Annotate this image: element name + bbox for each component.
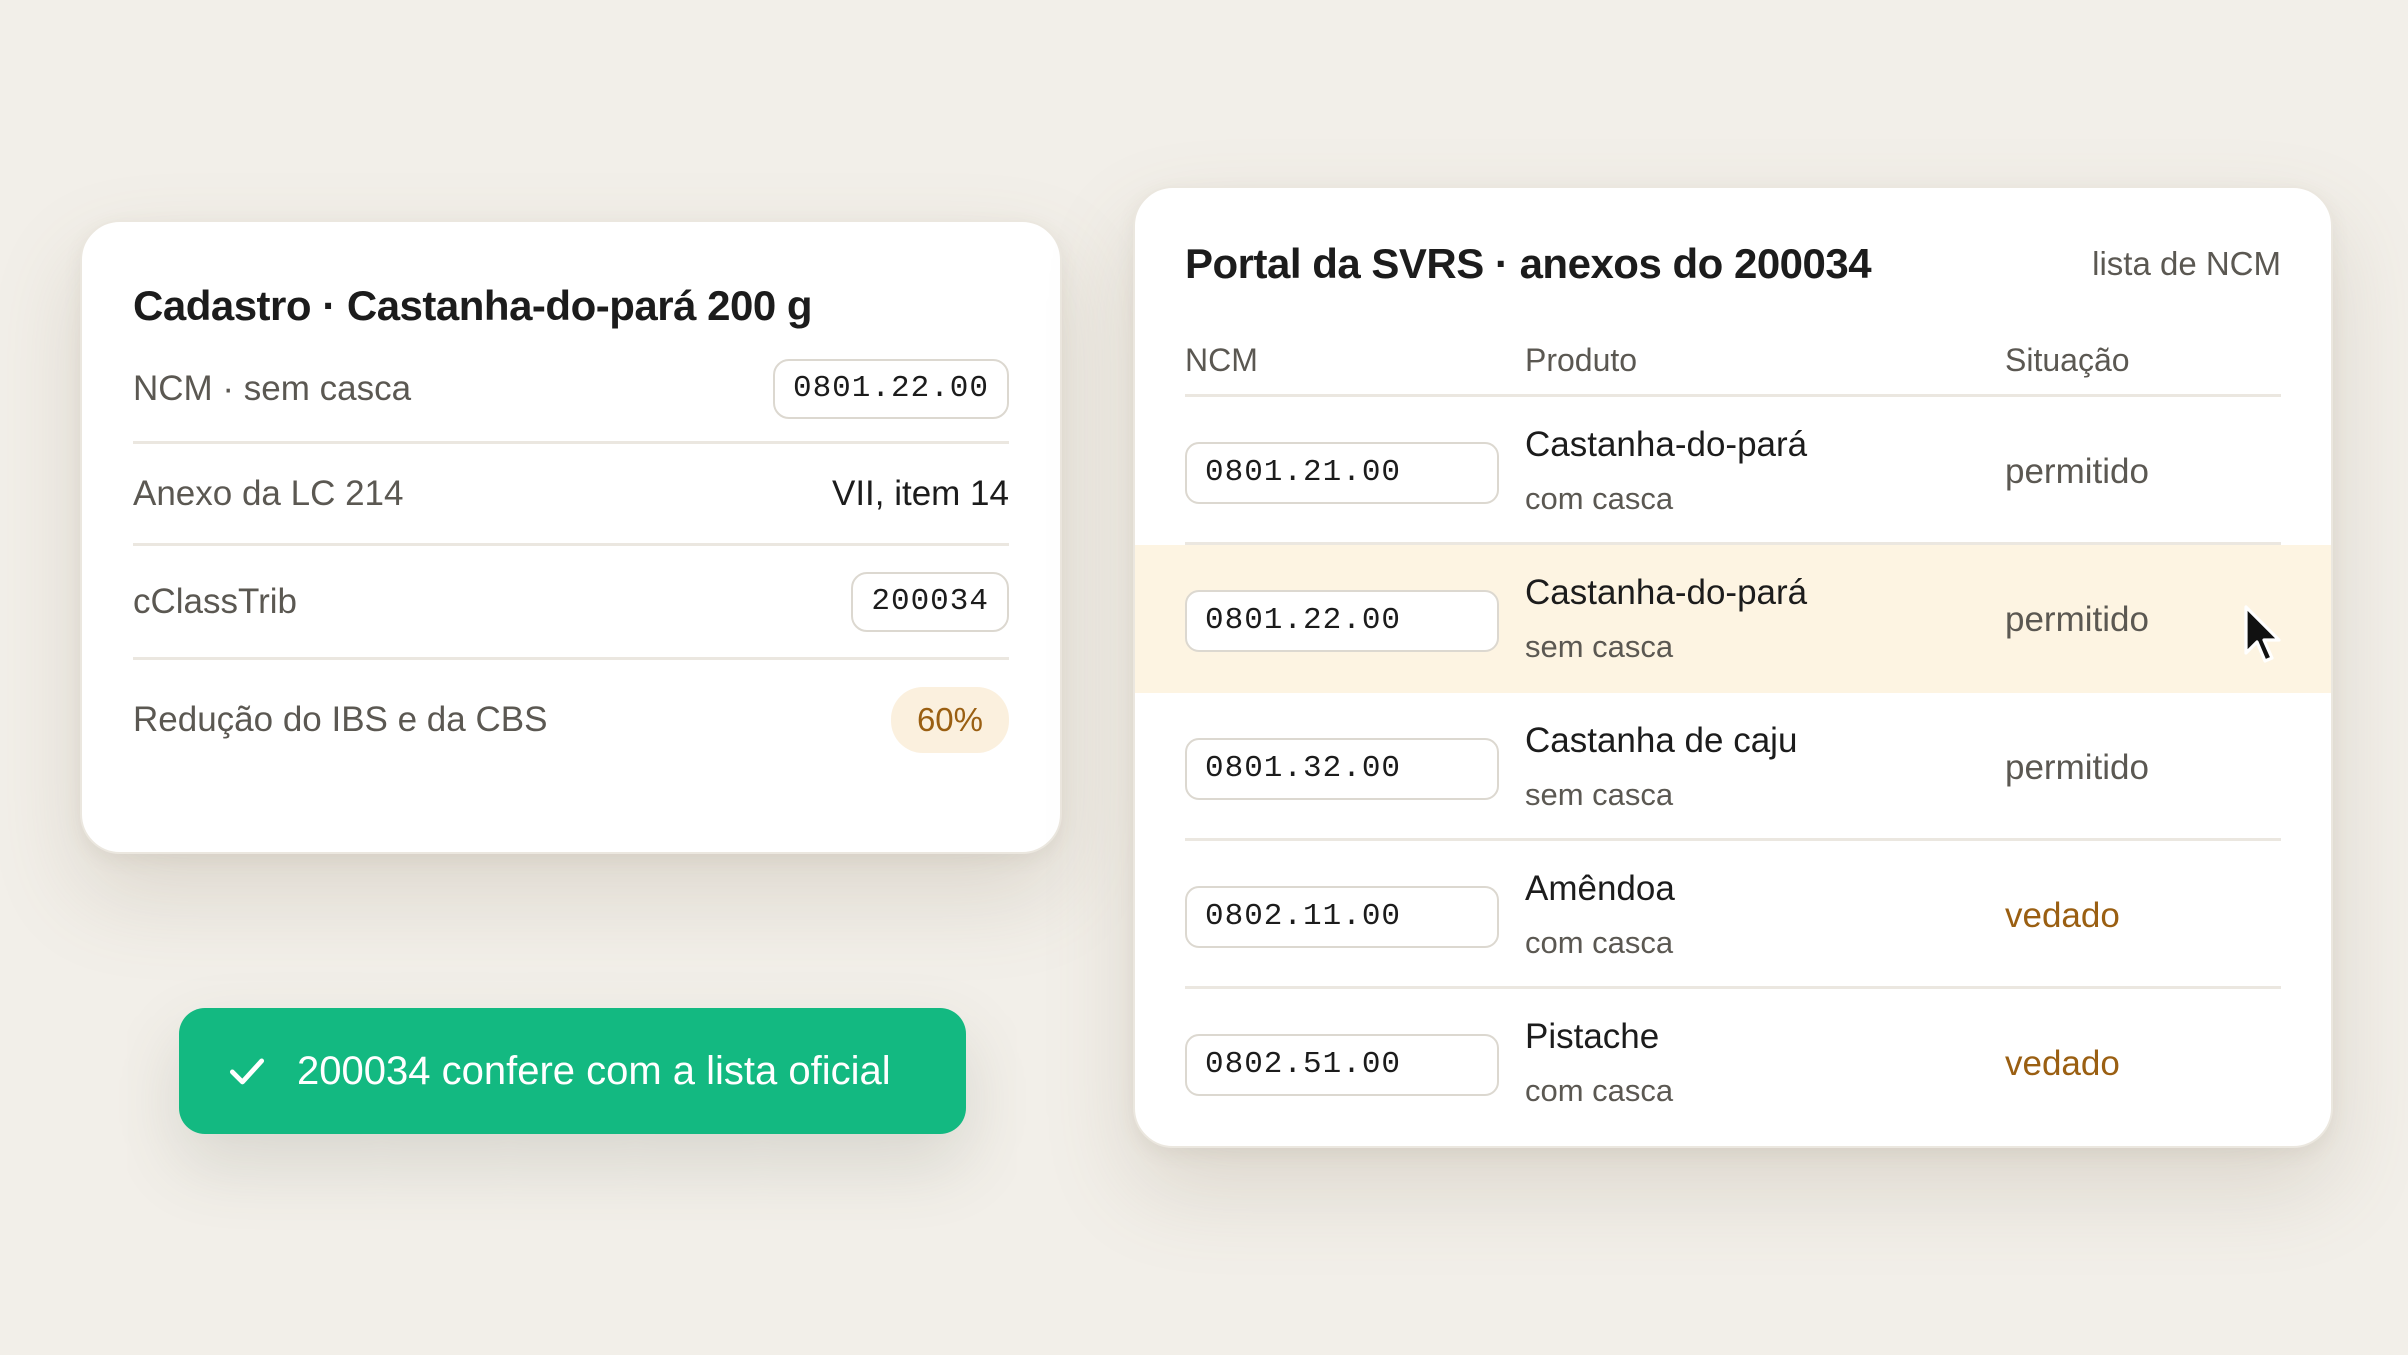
mouse-pointer-icon	[2244, 605, 2281, 663]
table-row[interactable]: 0802.11.00 Amêndoa com casca vedado	[1135, 841, 2331, 989]
product-name: Castanha-do-pará	[1525, 573, 1808, 612]
product-name: Castanha de caju	[1525, 721, 1798, 760]
reducao-badge: 60%	[890, 687, 1009, 753]
confirm-banner[interactable]: 200034 confere com a lista oficial	[179, 1008, 966, 1134]
field-row-ncm: NCM · sem casca 0801.22.00	[133, 336, 1009, 444]
table-row-highlighted[interactable]: 0801.22.00 Castanha-do-pará sem casca pe…	[1135, 545, 2331, 693]
product-detail: com casca	[1525, 925, 1674, 960]
field-label-reducao: Redução do IBS e da CBS	[133, 700, 548, 739]
field-row-anexo: Anexo da LC 214 VII, item 14	[133, 444, 1009, 546]
field-value-ncm[interactable]: 0801.22.00	[772, 358, 1009, 419]
product-detail: sem casca	[1525, 629, 1674, 664]
check-icon	[229, 1058, 265, 1085]
column-header-produto: Produto	[1525, 342, 1638, 378]
column-header-situacao: Situação	[2005, 342, 2130, 378]
ncm-code: 0801.32.00	[1185, 738, 1499, 800]
ncm-code: 0801.22.00	[1185, 590, 1499, 652]
table-row[interactable]: 0801.21.00 Castanha-do-pará com casca pe…	[1135, 397, 2331, 545]
field-row-cclasstrib: cClassTrib 200034	[133, 546, 1009, 660]
product-name: Castanha-do-pará	[1525, 425, 1808, 464]
field-row-reducao: Redução do IBS e da CBS 60%	[133, 660, 1009, 780]
product-detail: com casca	[1525, 481, 1674, 516]
confirm-label: 200034 confere com a lista oficial	[297, 1048, 891, 1093]
status-text: permitido	[2005, 600, 2149, 639]
field-label-anexo: Anexo da LC 214	[133, 473, 404, 513]
status-text: vedado	[2005, 896, 2120, 935]
portal-header: Portal da SVRS · anexos do 200034 lista …	[1185, 240, 2281, 288]
table-row[interactable]: 0802.51.00 Pistache com casca vedado	[1135, 989, 2331, 1137]
portal-title: Portal da SVRS · anexos do 200034	[1185, 240, 1872, 287]
column-header-ncm: NCM	[1185, 342, 1258, 378]
product-detail: sem casca	[1525, 777, 1674, 812]
field-label-ncm: NCM · sem casca	[133, 368, 412, 408]
product-name: Amêndoa	[1525, 869, 1675, 908]
status-text: permitido	[2005, 452, 2149, 491]
product-detail: com casca	[1525, 1073, 1674, 1108]
field-label-cclasstrib: cClassTrib	[133, 581, 297, 621]
portal-card: Portal da SVRS · anexos do 200034 lista …	[1133, 186, 2333, 1148]
field-value-anexo: VII, item 14	[831, 473, 1009, 513]
product-name: Pistache	[1525, 1017, 1660, 1056]
table-row[interactable]: 0801.32.00 Castanha de caju sem casca pe…	[1135, 693, 2331, 841]
ncm-code: 0802.11.00	[1185, 886, 1499, 948]
portal-tag: lista de NCM	[2092, 245, 2281, 282]
status-text: permitido	[2005, 748, 2149, 787]
cadastro-title: Cadastro · Castanha-do-pará 200 g	[133, 282, 813, 329]
status-text: vedado	[2005, 1044, 2120, 1083]
cadastro-card: Cadastro · Castanha-do-pará 200 g NCM · …	[80, 220, 1062, 854]
ncm-code: 0801.21.00	[1185, 442, 1499, 504]
ncm-code: 0802.51.00	[1185, 1034, 1499, 1096]
field-value-cclasstrib[interactable]: 200034	[851, 571, 1009, 632]
